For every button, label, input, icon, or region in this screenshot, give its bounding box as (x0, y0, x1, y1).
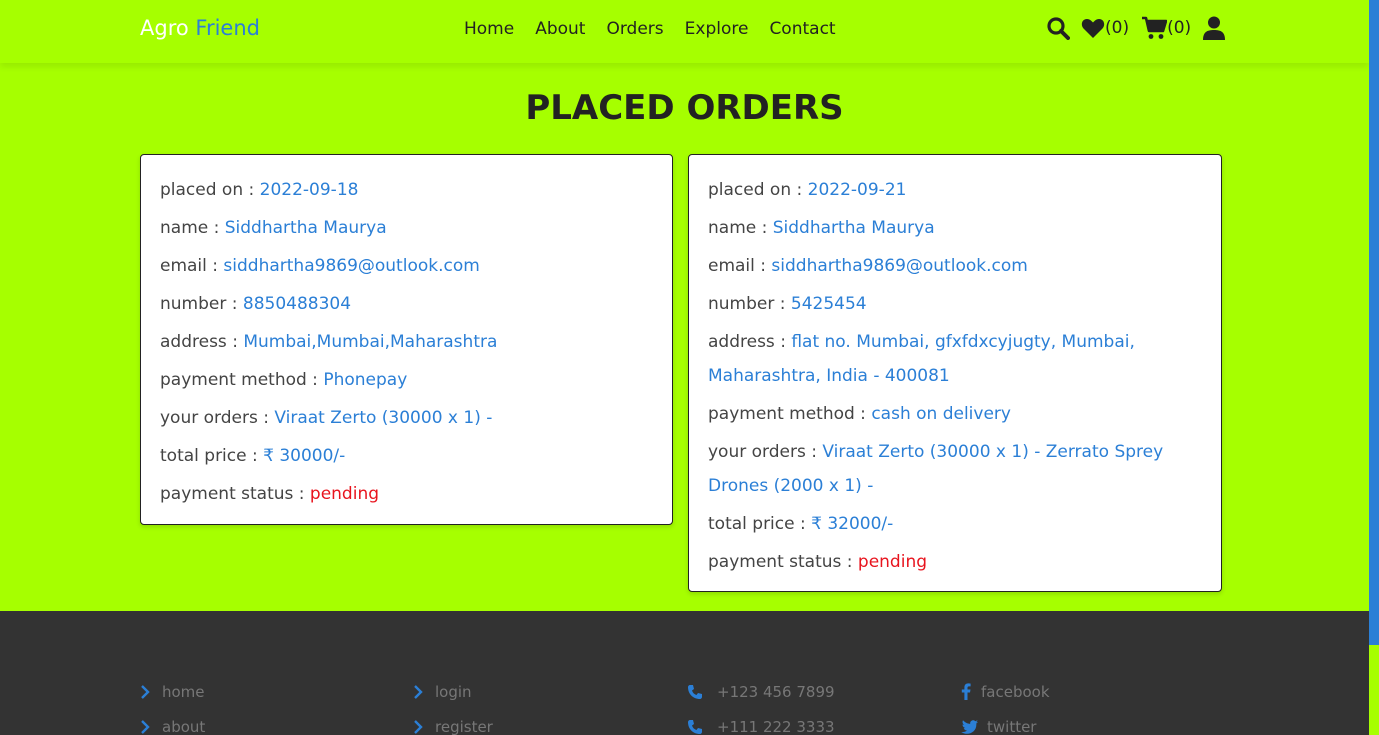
number-row: number : 5425454 (708, 294, 867, 314)
main-nav: Home About Orders Explore Contact (464, 19, 836, 39)
search-icon[interactable] (1046, 16, 1070, 40)
placed-on-row: placed on : 2022-09-18 (160, 180, 359, 200)
address-row: address : Mumbai,Mumbai,Maharashtra (160, 332, 498, 352)
footer-phone-2[interactable]: +111 222 3333 (687, 709, 835, 735)
total-price-row: total price : ₹ 30000/- (160, 446, 346, 466)
total-price-row: total price : ₹ 32000/- (708, 514, 894, 534)
placed-on-row: placed on : 2022-09-21 (708, 180, 907, 200)
nav-orders[interactable]: Orders (606, 19, 663, 39)
footer-contact: +123 456 7899 +111 222 3333 (687, 674, 835, 735)
phone-icon (687, 684, 717, 700)
cart-icon (1141, 16, 1168, 40)
footer-link-about[interactable]: about (140, 709, 205, 735)
number-row: number : 8850488304 (160, 294, 352, 314)
nav-about[interactable]: About (535, 19, 585, 39)
site-footer: home about login register +123 456 7899 … (0, 611, 1369, 735)
twitter-icon (961, 719, 987, 734)
email-row: email : siddhartha9869@outlook.com (708, 256, 1028, 276)
address-row: address : flat no. Mumbai, gfxfdxcyjugty… (708, 332, 1135, 386)
nav-explore[interactable]: Explore (685, 19, 749, 39)
email-row: email : siddhartha9869@outlook.com (160, 256, 480, 276)
chevron-right-icon (413, 719, 435, 734)
nav-home[interactable]: Home (464, 19, 514, 39)
user-icon[interactable] (1203, 16, 1226, 40)
footer-link-twitter[interactable]: twitter (961, 709, 1050, 735)
phone-icon (687, 719, 717, 735)
facebook-icon (961, 683, 981, 700)
heart-icon (1081, 17, 1105, 39)
cart-link[interactable]: (0) (1141, 16, 1191, 40)
footer-social: facebook twitter (961, 674, 1050, 735)
order-card: placed on : 2022-09-21 name : Siddhartha… (688, 154, 1222, 592)
payment-status-row: payment status : pending (160, 484, 380, 504)
status-badge: pending (857, 552, 928, 572)
name-row: name : Siddhartha Maurya (708, 218, 935, 238)
your-orders-row: your orders : Viraat Zerto (30000 x 1) - (160, 408, 493, 428)
nav-contact[interactable]: Contact (769, 19, 835, 39)
wishlist-count: (0) (1105, 18, 1130, 38)
footer-quick-links: home about (140, 674, 205, 735)
status-badge: pending (309, 484, 380, 504)
payment-method-row: payment method : Phonepay (160, 370, 408, 390)
chevron-right-icon (140, 684, 162, 699)
payment-status-row: payment status : pending (708, 552, 928, 572)
chevron-right-icon (140, 719, 162, 734)
header-icons: (0) (0) (1046, 16, 1226, 40)
footer-account-links: login register (413, 674, 493, 735)
your-orders-row: your orders : Viraat Zerto (30000 x 1) -… (708, 442, 1164, 496)
cart-count: (0) (1167, 18, 1192, 38)
site-header: Agro Friend Home About Orders Explore Co… (0, 0, 1369, 63)
order-card: placed on : 2022-09-18 name : Siddhartha… (140, 154, 673, 525)
page-title: PLACED ORDERS (525, 88, 844, 128)
scrollbar-track[interactable] (1369, 645, 1379, 735)
footer-link-home[interactable]: home (140, 674, 205, 709)
logo[interactable]: Agro Friend (140, 16, 260, 40)
scrollbar-thumb[interactable] (1369, 0, 1379, 645)
footer-phone-1[interactable]: +123 456 7899 (687, 674, 835, 709)
footer-link-login[interactable]: login (413, 674, 493, 709)
chevron-right-icon (413, 684, 435, 699)
name-row: name : Siddhartha Maurya (160, 218, 387, 238)
payment-method-row: payment method : cash on delivery (708, 404, 1011, 424)
footer-link-facebook[interactable]: facebook (961, 674, 1050, 709)
footer-link-register[interactable]: register (413, 709, 493, 735)
wishlist-link[interactable]: (0) (1081, 17, 1129, 39)
